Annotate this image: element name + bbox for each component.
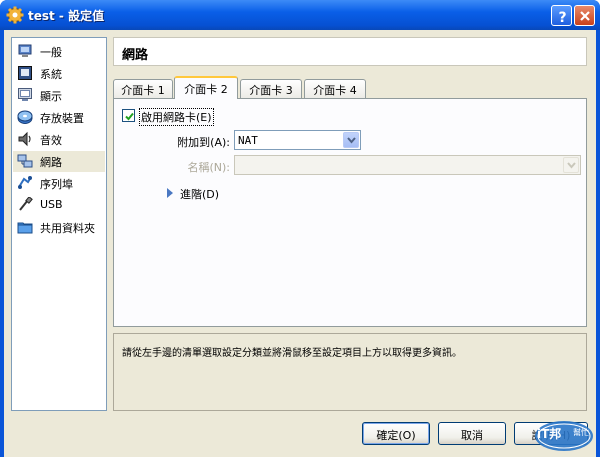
expand-arrow-icon — [167, 188, 173, 198]
ok-button[interactable]: 確定(O) — [362, 422, 430, 445]
watermark-subtext: 幫忙 — [573, 428, 589, 437]
tab-label: 介面卡 2 — [184, 83, 228, 96]
tab-adapter-1[interactable]: 介面卡 1 — [113, 79, 173, 98]
sidebar-item-usb[interactable]: USB — [13, 195, 105, 216]
computer-icon — [18, 44, 32, 57]
dialog-window: test - 設定值 ? 一般 系統 顯示 存放裝置 音效 網路 序列埠 USB… — [0, 0, 600, 457]
info-box: 請從左手邊的清單選取設定分類並將滑鼠移至設定項目上方以取得更多資訊。 — [113, 333, 587, 411]
sidebar-item-label: USB — [40, 198, 63, 211]
watermark-text: iT邦 — [537, 427, 562, 441]
tab-adapter-3[interactable]: 介面卡 3 — [240, 79, 302, 98]
question-icon: ? — [558, 10, 566, 26]
network-icon — [17, 154, 33, 168]
disk-icon — [17, 110, 33, 124]
folder-icon — [17, 222, 33, 234]
sidebar-item-label: 顯示 — [40, 90, 62, 103]
sidebar-item-system[interactable]: 系統 — [13, 63, 105, 84]
close-icon — [580, 11, 590, 21]
attached-to-select[interactable]: NAT — [234, 130, 361, 150]
cancel-button-label: 取消 — [461, 429, 483, 442]
sidebar-item-label: 網路 — [40, 156, 62, 169]
chevron-down-icon — [567, 162, 576, 169]
advanced-label: 進階(D) — [180, 188, 220, 201]
sidebar-item-display[interactable]: 顯示 — [13, 85, 105, 106]
adapter-panel: 啟用網路卡(E) 附加到(A): NAT 名稱(N): 進階(D) — [113, 98, 587, 327]
speaker-icon — [18, 131, 31, 147]
sidebar-item-label: 存放裝置 — [40, 112, 84, 125]
page-title: 網路 — [122, 48, 149, 63]
dialog-client: 一般 系統 顯示 存放裝置 音效 網路 序列埠 USB 共用資料夾 網路 介面卡… — [4, 30, 596, 457]
title-bar[interactable]: test - 設定值 ? — [0, 0, 600, 30]
sidebar-item-label: 音效 — [40, 134, 62, 147]
cancel-button[interactable]: 取消 — [438, 422, 506, 445]
sidebar-item-label: 一般 — [40, 46, 62, 59]
category-list[interactable]: 一般 系統 顯示 存放裝置 音效 網路 序列埠 USB 共用資料夾 — [11, 37, 107, 411]
sidebar-item-network[interactable]: 網路 — [13, 151, 105, 172]
monitor-icon — [18, 88, 32, 101]
sidebar-item-shared-folders[interactable]: 共用資料夾 — [13, 217, 105, 238]
sidebar-item-audio[interactable]: 音效 — [13, 129, 105, 150]
ok-button-label: 確定(O) — [376, 429, 416, 442]
sidebar-item-serial-ports[interactable]: 序列埠 — [13, 173, 105, 194]
dropdown-button[interactable] — [343, 132, 359, 148]
motherboard-icon — [18, 66, 32, 80]
dropdown-button[interactable] — [563, 157, 579, 173]
attached-to-value: NAT — [238, 134, 258, 147]
chevron-down-icon — [347, 137, 356, 144]
name-label: 名稱(N): — [187, 161, 230, 174]
tab-label: 介面卡 4 — [313, 84, 357, 97]
sidebar-item-general[interactable]: 一般 — [13, 41, 105, 62]
help-title-button[interactable]: ? — [551, 5, 572, 26]
sidebar-item-label: 系統 — [40, 68, 62, 81]
section-header: 網路 — [113, 37, 587, 66]
tab-adapter-2[interactable]: 介面卡 2 — [174, 76, 238, 99]
usb-icon — [19, 197, 33, 211]
gear-icon — [6, 6, 24, 24]
tab-label: 介面卡 1 — [121, 84, 165, 97]
tab-label: 介面卡 3 — [249, 84, 293, 97]
check-icon — [125, 112, 134, 121]
enable-adapter-label[interactable]: 啟用網路卡(E) — [139, 108, 214, 126]
sidebar-item-label: 共用資料夾 — [40, 222, 95, 235]
svg-text:?: ? — [558, 10, 566, 26]
sidebar-item-label: 序列埠 — [40, 178, 73, 191]
sidebar-item-storage[interactable]: 存放裝置 — [13, 107, 105, 128]
close-button[interactable] — [574, 5, 595, 26]
serial-port-icon — [18, 176, 32, 189]
enable-adapter-checkbox[interactable] — [122, 109, 135, 122]
attached-to-label: 附加到(A): — [177, 136, 230, 149]
window-title: test - 設定值 — [28, 9, 105, 23]
tab-adapter-4[interactable]: 介面卡 4 — [304, 79, 366, 98]
name-select[interactable] — [234, 155, 581, 175]
info-text: 請從左手邊的清單選取設定分類並將滑鼠移至設定項目上方以取得更多資訊。 — [122, 348, 462, 359]
